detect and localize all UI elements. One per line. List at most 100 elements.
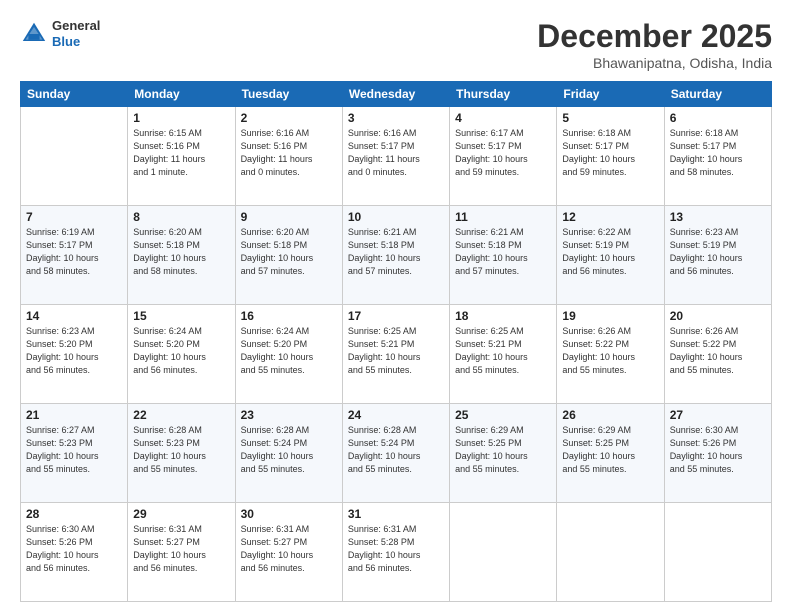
day-info: Sunrise: 6:21 AMSunset: 5:18 PMDaylight:… bbox=[455, 226, 551, 278]
week-row-4: 21 Sunrise: 6:27 AMSunset: 5:23 PMDayligh… bbox=[21, 404, 772, 503]
day-info: Sunrise: 6:28 AMSunset: 5:24 PMDaylight:… bbox=[241, 424, 337, 476]
day-number: 8 bbox=[133, 210, 229, 224]
week-row-2: 7 Sunrise: 6:19 AMSunset: 5:17 PMDaylight… bbox=[21, 206, 772, 305]
day-number: 13 bbox=[670, 210, 766, 224]
logo-general: General bbox=[52, 18, 100, 34]
day-cell: 4Sunrise: 6:17 AMSunset: 5:17 PMDaylight… bbox=[450, 107, 557, 206]
day-info: Sunrise: 6:18 AMSunset: 5:17 PMDaylight:… bbox=[670, 127, 766, 179]
day-cell: 22 Sunrise: 6:28 AMSunset: 5:23 PMDayligh… bbox=[128, 404, 235, 503]
day-number: 18 bbox=[455, 309, 551, 323]
logo-blue: Blue bbox=[52, 34, 100, 50]
day-number: 10 bbox=[348, 210, 444, 224]
col-header-wednesday: Wednesday bbox=[342, 82, 449, 107]
col-header-saturday: Saturday bbox=[664, 82, 771, 107]
day-number: 19 bbox=[562, 309, 658, 323]
day-number: 3 bbox=[348, 111, 444, 125]
day-cell: 28Sunrise: 6:30 AMSunset: 5:26 PMDayligh… bbox=[21, 503, 128, 602]
day-info: Sunrise: 6:26 AMSunset: 5:22 PMDaylight:… bbox=[562, 325, 658, 377]
day-cell: 16Sunrise: 6:24 AMSunset: 5:20 PMDayligh… bbox=[235, 305, 342, 404]
day-cell: 13 Sunrise: 6:23 AMSunset: 5:19 PMDayligh… bbox=[664, 206, 771, 305]
day-number: 20 bbox=[670, 309, 766, 323]
day-info: Sunrise: 6:31 AMSunset: 5:28 PMDaylight:… bbox=[348, 523, 444, 575]
day-cell: 8 Sunrise: 6:20 AMSunset: 5:18 PMDaylight… bbox=[128, 206, 235, 305]
day-cell: 6Sunrise: 6:18 AMSunset: 5:17 PMDaylight… bbox=[664, 107, 771, 206]
day-cell: 5Sunrise: 6:18 AMSunset: 5:17 PMDaylight… bbox=[557, 107, 664, 206]
day-cell: 10Sunrise: 6:21 AMSunset: 5:18 PMDayligh… bbox=[342, 206, 449, 305]
day-cell: 31 Sunrise: 6:31 AMSunset: 5:28 PMDayligh… bbox=[342, 503, 449, 602]
day-info: Sunrise: 6:20 AMSunset: 5:18 PMDaylight:… bbox=[241, 226, 337, 278]
day-cell bbox=[450, 503, 557, 602]
title-block: December 2025 Bhawanipatna, Odisha, Indi… bbox=[537, 18, 772, 71]
day-number: 30 bbox=[241, 507, 337, 521]
day-info: Sunrise: 6:18 AMSunset: 5:17 PMDaylight:… bbox=[562, 127, 658, 179]
day-info: Sunrise: 6:22 AMSunset: 5:19 PMDaylight:… bbox=[562, 226, 658, 278]
day-cell: 3 Sunrise: 6:16 AMSunset: 5:17 PMDaylight… bbox=[342, 107, 449, 206]
day-number: 22 bbox=[133, 408, 229, 422]
week-row-5: 28Sunrise: 6:30 AMSunset: 5:26 PMDayligh… bbox=[21, 503, 772, 602]
day-info: Sunrise: 6:24 AMSunset: 5:20 PMDaylight:… bbox=[241, 325, 337, 377]
day-info: Sunrise: 6:17 AMSunset: 5:17 PMDaylight:… bbox=[455, 127, 551, 179]
col-header-friday: Friday bbox=[557, 82, 664, 107]
day-cell bbox=[664, 503, 771, 602]
logo-icon bbox=[20, 20, 48, 48]
day-number: 9 bbox=[241, 210, 337, 224]
day-number: 12 bbox=[562, 210, 658, 224]
location: Bhawanipatna, Odisha, India bbox=[537, 55, 772, 71]
col-header-tuesday: Tuesday bbox=[235, 82, 342, 107]
col-header-sunday: Sunday bbox=[21, 82, 128, 107]
day-info: Sunrise: 6:16 AMSunset: 5:16 PMDaylight:… bbox=[241, 127, 337, 179]
day-cell: 18 Sunrise: 6:25 AMSunset: 5:21 PMDayligh… bbox=[450, 305, 557, 404]
day-cell: 19 Sunrise: 6:26 AMSunset: 5:22 PMDayligh… bbox=[557, 305, 664, 404]
day-info: Sunrise: 6:27 AMSunset: 5:23 PMDaylight:… bbox=[26, 424, 122, 476]
day-cell: 27 Sunrise: 6:30 AMSunset: 5:26 PMDayligh… bbox=[664, 404, 771, 503]
day-info: Sunrise: 6:16 AMSunset: 5:17 PMDaylight:… bbox=[348, 127, 444, 179]
day-info: Sunrise: 6:29 AMSunset: 5:25 PMDaylight:… bbox=[562, 424, 658, 476]
day-number: 15 bbox=[133, 309, 229, 323]
day-number: 21 bbox=[26, 408, 122, 422]
day-info: Sunrise: 6:30 AMSunset: 5:26 PMDaylight:… bbox=[670, 424, 766, 476]
day-cell: 20 Sunrise: 6:26 AMSunset: 5:22 PMDayligh… bbox=[664, 305, 771, 404]
logo-text: General Blue bbox=[52, 18, 100, 49]
day-number: 24 bbox=[348, 408, 444, 422]
day-info: Sunrise: 6:25 AMSunset: 5:21 PMDaylight:… bbox=[348, 325, 444, 377]
month-title: December 2025 bbox=[537, 18, 772, 55]
day-cell: 2Sunrise: 6:16 AMSunset: 5:16 PMDaylight… bbox=[235, 107, 342, 206]
day-cell: 21 Sunrise: 6:27 AMSunset: 5:23 PMDayligh… bbox=[21, 404, 128, 503]
day-info: Sunrise: 6:20 AMSunset: 5:18 PMDaylight:… bbox=[133, 226, 229, 278]
day-info: Sunrise: 6:23 AMSunset: 5:19 PMDaylight:… bbox=[670, 226, 766, 278]
day-number: 7 bbox=[26, 210, 122, 224]
day-info: Sunrise: 6:28 AMSunset: 5:23 PMDaylight:… bbox=[133, 424, 229, 476]
day-number: 26 bbox=[562, 408, 658, 422]
day-number: 11 bbox=[455, 210, 551, 224]
day-cell: 7 Sunrise: 6:19 AMSunset: 5:17 PMDaylight… bbox=[21, 206, 128, 305]
col-header-thursday: Thursday bbox=[450, 82, 557, 107]
day-cell: 11 Sunrise: 6:21 AMSunset: 5:18 PMDayligh… bbox=[450, 206, 557, 305]
week-row-1: 1Sunrise: 6:15 AMSunset: 5:16 PMDaylight… bbox=[21, 107, 772, 206]
header-row: SundayMondayTuesdayWednesdayThursdayFrid… bbox=[21, 82, 772, 107]
day-info: Sunrise: 6:31 AMSunset: 5:27 PMDaylight:… bbox=[133, 523, 229, 575]
day-info: Sunrise: 6:15 AMSunset: 5:16 PMDaylight:… bbox=[133, 127, 229, 179]
day-info: Sunrise: 6:26 AMSunset: 5:22 PMDaylight:… bbox=[670, 325, 766, 377]
day-cell: 17 Sunrise: 6:25 AMSunset: 5:21 PMDayligh… bbox=[342, 305, 449, 404]
day-info: Sunrise: 6:25 AMSunset: 5:21 PMDaylight:… bbox=[455, 325, 551, 377]
day-cell: 23Sunrise: 6:28 AMSunset: 5:24 PMDayligh… bbox=[235, 404, 342, 503]
day-cell: 9 Sunrise: 6:20 AMSunset: 5:18 PMDaylight… bbox=[235, 206, 342, 305]
col-header-monday: Monday bbox=[128, 82, 235, 107]
day-cell: 24Sunrise: 6:28 AMSunset: 5:24 PMDayligh… bbox=[342, 404, 449, 503]
day-cell: 1Sunrise: 6:15 AMSunset: 5:16 PMDaylight… bbox=[128, 107, 235, 206]
day-number: 25 bbox=[455, 408, 551, 422]
page: General Blue December 2025 Bhawanipatna,… bbox=[0, 0, 792, 612]
logo: General Blue bbox=[20, 18, 100, 49]
day-cell: 25 Sunrise: 6:29 AMSunset: 5:25 PMDayligh… bbox=[450, 404, 557, 503]
day-info: Sunrise: 6:30 AMSunset: 5:26 PMDaylight:… bbox=[26, 523, 122, 575]
day-number: 27 bbox=[670, 408, 766, 422]
day-info: Sunrise: 6:19 AMSunset: 5:17 PMDaylight:… bbox=[26, 226, 122, 278]
day-number: 14 bbox=[26, 309, 122, 323]
day-info: Sunrise: 6:29 AMSunset: 5:25 PMDaylight:… bbox=[455, 424, 551, 476]
day-number: 31 bbox=[348, 507, 444, 521]
day-cell: 30 Sunrise: 6:31 AMSunset: 5:27 PMDayligh… bbox=[235, 503, 342, 602]
day-cell bbox=[21, 107, 128, 206]
day-number: 17 bbox=[348, 309, 444, 323]
day-info: Sunrise: 6:31 AMSunset: 5:27 PMDaylight:… bbox=[241, 523, 337, 575]
day-info: Sunrise: 6:23 AMSunset: 5:20 PMDaylight:… bbox=[26, 325, 122, 377]
